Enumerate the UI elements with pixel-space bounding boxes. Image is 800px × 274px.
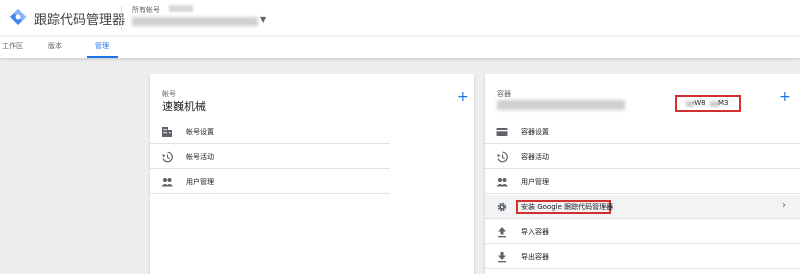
account-settings-row[interactable]: 帐号设置 <box>150 120 390 144</box>
tab-bar: 工作区 版本 管理 <box>0 36 800 58</box>
top-bar: 跟踪代码管理器 所有帐号 ▼ <box>0 0 800 36</box>
account-selector[interactable] <box>132 17 258 26</box>
install-gtm-row[interactable]: 安装 Google 跟踪代码管理器 › <box>485 195 800 219</box>
gtm-logo-icon[interactable] <box>10 9 26 25</box>
account-user-management-row[interactable]: 用户管理 <box>150 170 390 194</box>
add-account-button[interactable]: + <box>457 90 469 104</box>
container-id-highlight: -W8 M3 <box>675 95 741 112</box>
history-icon <box>162 151 173 163</box>
container-id-part1: -W8 <box>692 99 706 107</box>
divider <box>121 6 122 30</box>
container-id-part2: M3 <box>718 99 729 107</box>
card-icon <box>496 128 508 136</box>
container-card: 容器 -W8 M3 + 容器设置 容器活动 用户管理 安装 Google 跟踪代… <box>485 74 800 274</box>
building-icon <box>162 127 172 137</box>
account-label: 所有帐号 <box>132 6 160 14</box>
app-title: 跟踪代码管理器 <box>34 13 126 28</box>
install-gtm-label: 安装 Google 跟踪代码管理器 <box>521 203 614 211</box>
add-container-button[interactable]: + <box>779 90 791 104</box>
container-user-management-row[interactable]: 用户管理 <box>485 170 800 194</box>
people-icon <box>496 178 508 187</box>
account-activity-row[interactable]: 帐号活动 <box>150 145 390 169</box>
download-icon <box>498 252 506 263</box>
account-settings-label: 帐号设置 <box>186 128 214 136</box>
container-user-management-label: 用户管理 <box>521 178 549 186</box>
container-section-label: 容器 <box>497 90 511 98</box>
history-icon <box>497 151 508 163</box>
container-settings-label: 容器设置 <box>521 128 549 136</box>
redacted-container-name <box>497 100 625 110</box>
people-icon <box>161 178 173 187</box>
container-activity-label: 容器活动 <box>521 153 549 161</box>
container-activity-row[interactable]: 容器活动 <box>485 145 800 169</box>
export-container-label: 导出容器 <box>521 253 549 261</box>
account-name: 速巍机械 <box>162 100 206 113</box>
chevron-down-icon[interactable]: ▼ <box>260 15 266 24</box>
upload-icon <box>498 227 506 238</box>
account-card: 帐号 速巍机械 + 帐号设置 帐号活动 用户管理 <box>150 74 474 274</box>
chevron-right-icon: › <box>782 200 786 211</box>
tab-versions[interactable]: 版本 <box>48 41 62 51</box>
export-container-row[interactable]: 导出容器 <box>485 245 800 269</box>
active-tab-indicator <box>87 56 118 58</box>
import-container-row[interactable]: 导入容器 <box>485 220 800 244</box>
tab-workspace[interactable]: 工作区 <box>2 41 23 51</box>
tab-admin[interactable]: 管理 <box>95 41 109 51</box>
container-settings-row[interactable]: 容器设置 <box>485 120 800 144</box>
redacted-account-count <box>169 5 193 12</box>
account-activity-label: 帐号活动 <box>186 153 214 161</box>
account-user-management-label: 用户管理 <box>186 178 214 186</box>
gear-icon <box>497 202 507 212</box>
import-container-label: 导入容器 <box>521 228 549 236</box>
